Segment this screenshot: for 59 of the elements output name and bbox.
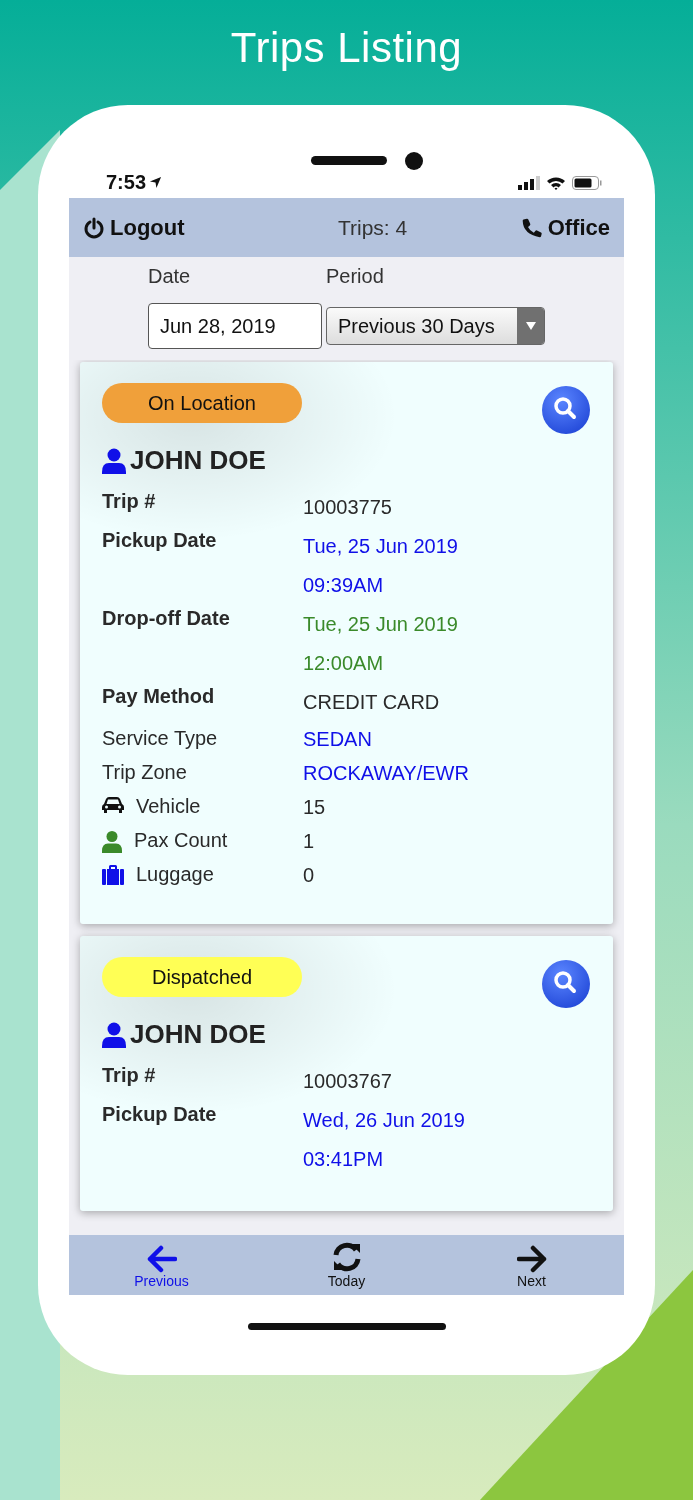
field-label: Drop-off Date — [102, 607, 230, 630]
field-label: Vehicle — [136, 795, 201, 818]
power-icon — [83, 216, 105, 239]
field-label: Pickup Date — [102, 1103, 217, 1126]
field-value: 15 — [303, 795, 326, 820]
user-icon — [102, 1021, 126, 1048]
right-arrow-icon — [516, 1245, 547, 1273]
field-label: Trip # — [102, 1064, 156, 1087]
speaker-icon — [310, 156, 387, 165]
left-arrow-icon — [146, 1245, 177, 1273]
status-badge: Dispatched — [102, 957, 302, 997]
user-icon — [102, 447, 126, 474]
trips-count: Trips: 4 — [337, 215, 408, 240]
field-label: Pax Count — [134, 829, 228, 852]
search-icon[interactable] — [541, 385, 591, 435]
location-arrow-icon — [149, 176, 163, 189]
field-label: Pay Method — [102, 685, 215, 708]
caret-icon — [525, 322, 536, 330]
field-value: Wed, 26 Jun 2019 — [303, 1108, 465, 1133]
date-label: Date — [148, 264, 192, 289]
field-value: Tue, 25 Jun 2019 — [303, 612, 458, 637]
field-value: CREDIT CARD — [303, 690, 440, 715]
status-time: 7:53 — [106, 171, 147, 194]
passenger-name: JOHN DOE — [130, 445, 266, 476]
field-value: 10003775 — [303, 495, 392, 520]
car-icon — [102, 797, 124, 814]
passenger-name: JOHN DOE — [130, 1019, 266, 1050]
office-button[interactable]: Office — [520, 214, 610, 241]
field-label: Trip Zone — [102, 761, 187, 784]
field-value: ROCKAWAY/EWR — [303, 761, 469, 786]
field-label: Luggage — [136, 863, 214, 886]
field-label: Trip # — [102, 490, 156, 513]
date-field[interactable]: Jun 28, 2019 — [148, 303, 322, 349]
field-label: Service Type — [102, 727, 218, 750]
field-value: 10003767 — [303, 1069, 392, 1094]
search-icon[interactable] — [541, 959, 591, 1009]
logout-button[interactable]: Logout — [83, 214, 185, 241]
phone-icon — [520, 216, 543, 239]
nav-button[interactable]: Previous — [116, 1235, 207, 1295]
field-value: 1 — [303, 829, 315, 854]
status-badge: On Location — [102, 383, 302, 423]
camera-icon — [404, 152, 423, 170]
field-value: Tue, 25 Jun 2019 — [303, 534, 458, 559]
period-label: Period — [326, 264, 385, 289]
wifi-icon — [546, 175, 566, 190]
field-label: Pickup Date — [102, 529, 217, 552]
battery-icon — [572, 175, 602, 190]
suitcase-icon — [102, 865, 124, 885]
nav-button[interactable]: Next — [486, 1235, 577, 1295]
person-icon — [102, 831, 122, 853]
field-value: 09:39AM — [303, 573, 385, 598]
period-dropdown[interactable]: Previous 30 Days — [326, 307, 545, 345]
field-value: 12:00AM — [303, 651, 385, 676]
nav-button[interactable]: Today — [301, 1235, 392, 1295]
field-value: 0 — [303, 863, 315, 888]
field-value: SEDAN — [303, 727, 372, 752]
page-title: Trips Listing — [229, 22, 464, 73]
field-value: 03:41PM — [303, 1147, 385, 1172]
signal-icon — [518, 175, 540, 190]
